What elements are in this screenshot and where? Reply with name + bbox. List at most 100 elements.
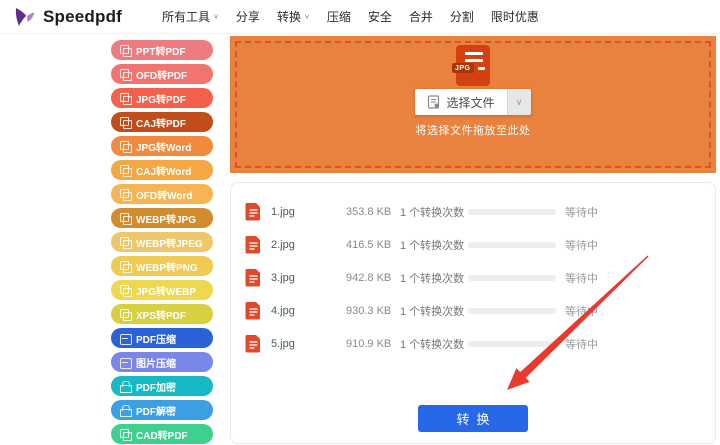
file-size: 942.8 KB	[346, 271, 392, 284]
nav-label: 限时优惠	[490, 10, 539, 24]
file-dropzone[interactable]: JPG 选择文件 ∨ 将选择文件拖放至此处	[230, 36, 716, 173]
file-name: 2.jpg	[271, 238, 295, 251]
sidebar-item-ofd-to-pdf[interactable]: OFD转PDF	[111, 64, 213, 84]
sidebar-item-label: CAJ转Word	[136, 166, 192, 178]
nav-label: 分享	[235, 10, 260, 24]
dropzone-dashed-area: JPG 选择文件 ∨ 将选择文件拖放至此处	[235, 41, 711, 168]
sidebar-item-pdf-encrypt[interactable]: PDF加密	[111, 376, 213, 396]
dropzone-hint: 将选择文件拖放至此处	[415, 125, 531, 137]
sidebar-item-webp-to-jpeg[interactable]: WEBP转JPEG	[111, 232, 213, 252]
convert-icon	[120, 260, 132, 273]
top-header: Speedpdf 所有工具 ∨ 分享 转换 ∨ 压缩 安全 合并 分割 限时优惠	[0, 0, 720, 34]
status-text: 等待中	[565, 272, 598, 285]
convert-icon	[120, 68, 132, 81]
nav-compress[interactable]: 压缩	[327, 8, 351, 25]
nav-all-tools[interactable]: 所有工具 ∨	[162, 8, 219, 25]
unlock-icon	[120, 404, 132, 417]
sidebar-item-ofd-to-word[interactable]: OFD转Word	[111, 184, 213, 204]
sidebar-item-pdf-decrypt[interactable]: PDF解密	[111, 400, 213, 420]
progress-bar	[468, 241, 556, 248]
lock-icon	[120, 380, 132, 393]
progress-bar	[468, 274, 556, 281]
conversion-count: 1 个转换次数	[400, 338, 465, 351]
file-row: 5.jpg 910.9 KB 1 个转换次数 等待中	[245, 327, 701, 360]
nav-convert[interactable]: 转换 ∨	[277, 8, 310, 25]
sidebar-item-label: OFD转Word	[136, 190, 193, 202]
nav-split[interactable]: 分割	[450, 8, 474, 25]
nav-label: 安全	[367, 10, 392, 24]
red-file-icon	[245, 202, 263, 221]
nav-label: 分割	[449, 10, 474, 24]
convert-button[interactable]: 转换	[418, 405, 528, 432]
convert-icon	[120, 284, 132, 297]
sidebar-item-pdf-compress[interactable]: PDF压缩	[111, 328, 213, 348]
file-row: 4.jpg 930.3 KB 1 个转换次数 等待中	[245, 294, 701, 327]
chevron-down-icon: ∨	[303, 12, 310, 21]
sidebar-item-webp-to-png[interactable]: WEBP转PNG	[111, 256, 213, 276]
status-text: 等待中	[565, 239, 598, 252]
convert-icon	[120, 116, 132, 129]
sidebar-item-label: 图片压缩	[136, 358, 176, 370]
conversion-count: 1 个转换次数	[400, 305, 465, 318]
convert-icon	[120, 236, 132, 249]
chevron-down-icon: ∨	[213, 12, 219, 21]
file-size: 910.9 KB	[346, 337, 392, 350]
nav-share[interactable]: 分享	[236, 8, 260, 25]
convert-icon	[120, 164, 132, 177]
select-file-dropdown-button[interactable]: ∨	[506, 89, 531, 115]
sidebar-item-label: PDF加密	[136, 382, 176, 394]
conversion-count: 1 个转换次数	[400, 239, 465, 252]
select-file-button[interactable]: 选择文件	[415, 89, 507, 115]
sidebar-item-label: WEBP转JPEG	[136, 238, 203, 250]
nav-security[interactable]: 安全	[368, 8, 392, 25]
sidebar-item-label: XPS转PDF	[136, 310, 187, 322]
convert-icon	[120, 188, 132, 201]
sidebar-item-image-compress[interactable]: 图片压缩	[111, 352, 213, 372]
file-size: 353.8 KB	[346, 205, 392, 218]
status-text: 等待中	[565, 206, 598, 219]
nav-label: 合并	[408, 10, 433, 24]
file-row: 1.jpg 353.8 KB 1 个转换次数 等待中	[245, 195, 701, 228]
sidebar-item-label: WEBP转JPG	[136, 214, 197, 226]
file-list-card: 1.jpg 353.8 KB 1 个转换次数 等待中 2.jpg 416.5 K…	[230, 182, 716, 444]
speedpdf-page: Speedpdf 所有工具 ∨ 分享 转换 ∨ 压缩 安全 合并 分割 限时优惠…	[0, 0, 720, 445]
sidebar-item-webp-to-jpg[interactable]: WEBP转JPG	[111, 208, 213, 228]
sidebar-item-jpg-to-webp[interactable]: JPG转WEBP	[111, 280, 213, 300]
select-file-split-button: 选择文件 ∨	[415, 89, 531, 115]
sidebar-item-label: CAD转PDF	[136, 430, 188, 442]
convert-icon	[120, 140, 132, 153]
conversion-count: 1 个转换次数	[400, 206, 465, 219]
file-row: 3.jpg 942.8 KB 1 个转换次数 等待中	[245, 261, 701, 294]
sidebar-item-ppt-to-pdf[interactable]: PPT转PDF	[111, 40, 213, 60]
main-nav: 所有工具 ∨ 分享 转换 ∨ 压缩 安全 合并 分割 限时优惠	[162, 8, 539, 25]
sidebar-item-caj-to-pdf[interactable]: CAJ转PDF	[111, 112, 213, 132]
sidebar-item-label: CAJ转PDF	[136, 118, 187, 130]
sidebar-item-xps-to-pdf[interactable]: XPS转PDF	[111, 304, 213, 324]
sidebar-item-cad-to-pdf[interactable]: CAD转PDF	[111, 424, 213, 444]
sidebar-item-jpg-to-word[interactable]: JPG转Word	[111, 136, 213, 156]
file-name: 1.jpg	[271, 205, 295, 218]
file-name: 4.jpg	[271, 304, 295, 317]
status-text: 等待中	[565, 305, 598, 318]
convert-icon	[120, 212, 132, 225]
red-file-icon	[245, 268, 263, 287]
red-file-icon	[245, 334, 263, 353]
speedpdf-logo[interactable]: Speedpdf	[13, 5, 122, 29]
nav-limited-offer[interactable]: 限时优惠	[491, 8, 539, 25]
sidebar-item-jpg-to-pdf[interactable]: JPG转PDF	[111, 88, 213, 108]
document-icon	[428, 95, 440, 109]
progress-bar	[468, 307, 556, 314]
sidebar-item-label: JPG转Word	[136, 142, 192, 154]
tool-sidebar: PPT转PDF OFD转PDF JPG转PDF CAJ转PDF JPG转Word…	[111, 40, 213, 445]
convert-icon	[120, 308, 132, 321]
conversion-count: 1 个转换次数	[400, 272, 465, 285]
sidebar-item-label: OFD转PDF	[136, 70, 188, 82]
select-file-label: 选择文件	[446, 95, 495, 110]
butterfly-logo-icon	[15, 7, 35, 26]
status-text: 等待中	[565, 338, 598, 351]
nav-label: 所有工具	[162, 10, 211, 24]
file-name: 3.jpg	[271, 271, 295, 284]
red-file-icon	[245, 301, 263, 320]
sidebar-item-caj-to-word[interactable]: CAJ转Word	[111, 160, 213, 180]
nav-merge[interactable]: 合并	[409, 8, 433, 25]
